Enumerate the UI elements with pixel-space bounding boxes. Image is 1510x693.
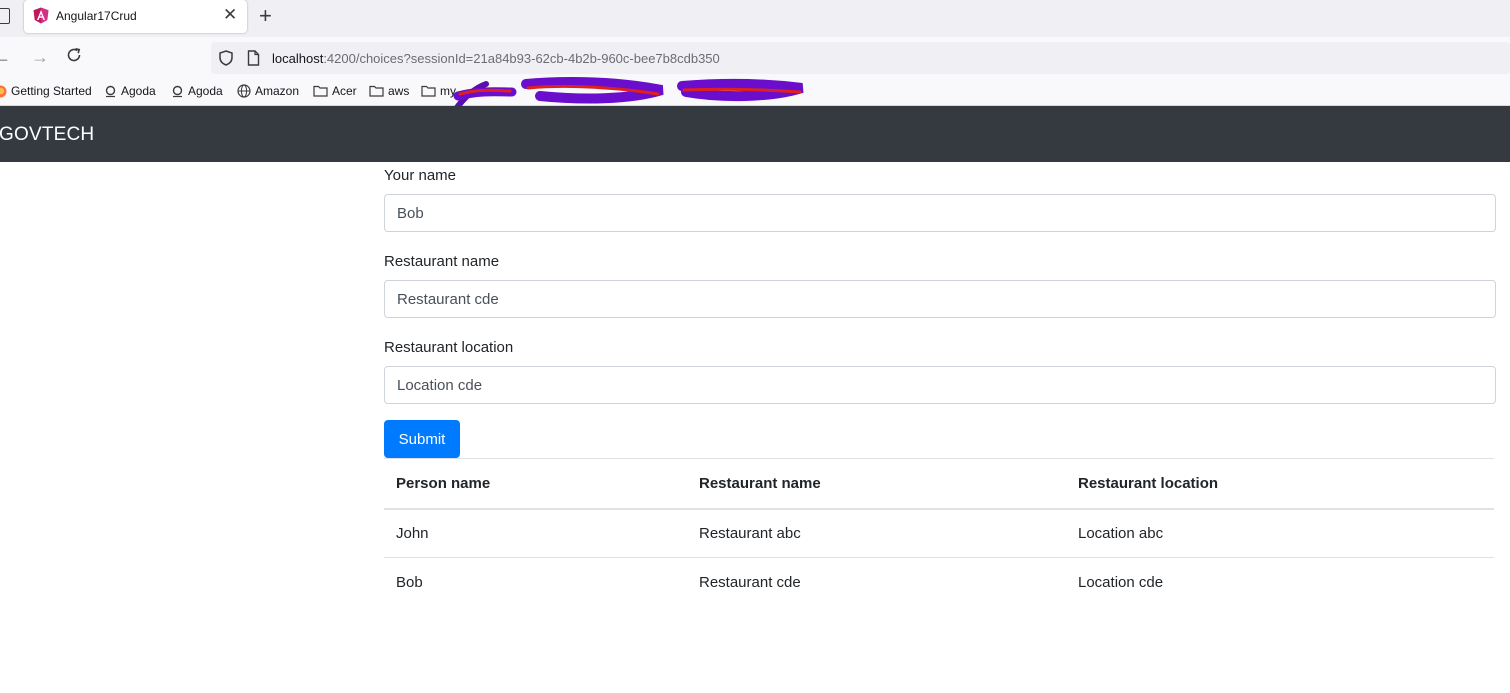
folder-icon bbox=[369, 85, 384, 97]
bookmark-agoda-1[interactable]: Agoda bbox=[104, 84, 156, 98]
url-path: :4200/choices?sessionId=21a84b93-62cb-4b… bbox=[323, 51, 720, 66]
folder-icon bbox=[313, 85, 328, 97]
bookmark-label: Getting Started bbox=[11, 84, 92, 98]
column-header-person-name: Person name bbox=[384, 458, 687, 510]
your-name-label: Your name bbox=[384, 167, 456, 184]
agoda-icon bbox=[105, 85, 116, 97]
bookmark-label: Agoda bbox=[121, 84, 156, 98]
submit-button[interactable]: Submit bbox=[384, 420, 460, 458]
cell-restaurant-location: Location cde bbox=[1066, 557, 1494, 607]
cell-restaurant-location: Location abc bbox=[1078, 524, 1164, 542]
bookmark-label: Agoda bbox=[188, 84, 223, 98]
angular-icon bbox=[33, 7, 49, 29]
table-row: Bob Restaurant cde Location cde bbox=[384, 557, 1494, 607]
browser-tab-bar: Angular17Crud ✕ + bbox=[0, 0, 1510, 37]
choices-table: Person name Restaurant name Restaurant l… bbox=[384, 458, 1494, 607]
bookmark-folder-my[interactable]: my bbox=[421, 84, 456, 98]
cell-person-name: John bbox=[396, 524, 429, 542]
plus-icon[interactable]: + bbox=[259, 3, 272, 29]
reload-icon[interactable] bbox=[66, 47, 82, 67]
browser-tab[interactable]: Angular17Crud ✕ bbox=[24, 0, 247, 33]
bookmark-agoda-2[interactable]: Agoda bbox=[171, 84, 223, 98]
browser-nav-bar: ← → localhost:4200/choices?sessionId=21a… bbox=[0, 37, 1510, 77]
column-header-restaurant-location: Restaurant location bbox=[1066, 458, 1494, 510]
restaurant-location-input[interactable] bbox=[384, 366, 1496, 404]
url-bar[interactable]: localhost:4200/choices?sessionId=21a84b9… bbox=[211, 42, 1510, 74]
table-header-row: Person name Restaurant name Restaurant l… bbox=[384, 458, 1494, 510]
your-name-input[interactable] bbox=[384, 194, 1496, 232]
url-host: localhost bbox=[272, 51, 324, 66]
bookmarks-toolbar: Getting Started Agoda Agoda Amazon Acer bbox=[0, 77, 1510, 106]
bookmark-label: Acer bbox=[332, 84, 357, 98]
close-icon[interactable]: ✕ bbox=[223, 5, 237, 25]
agoda-icon bbox=[172, 85, 183, 97]
restaurant-name-label: Restaurant name bbox=[384, 253, 500, 270]
sidebar-toggle-icon[interactable] bbox=[0, 8, 10, 24]
firefox-icon bbox=[0, 85, 7, 97]
restaurant-name-input[interactable] bbox=[384, 280, 1496, 318]
column-header-restaurant-name: Restaurant name bbox=[687, 458, 1066, 510]
page-icon[interactable] bbox=[247, 50, 260, 71]
cell-restaurant-name: Restaurant cde bbox=[687, 557, 1066, 607]
restaurant-location-label: Restaurant location bbox=[384, 339, 514, 356]
table-row: John Restaurant abc Location abc bbox=[384, 509, 1494, 558]
bookmark-amazon[interactable]: Amazon bbox=[237, 84, 299, 98]
cell-restaurant-name: Restaurant abc bbox=[699, 524, 801, 542]
forward-arrow-icon[interactable]: → bbox=[31, 47, 49, 67]
bookmark-label: Amazon bbox=[255, 84, 300, 98]
tab-title: Angular17Crud bbox=[56, 9, 137, 23]
bookmark-folder-aws[interactable]: aws bbox=[369, 84, 409, 98]
bookmark-label: aws bbox=[388, 84, 410, 98]
back-arrow-icon[interactable]: ← bbox=[0, 47, 11, 67]
globe-icon bbox=[237, 84, 251, 98]
folder-icon bbox=[421, 85, 436, 97]
brand-logo-text[interactable]: GOVTECH bbox=[0, 124, 94, 146]
shield-icon[interactable] bbox=[219, 50, 233, 71]
url-text[interactable]: localhost:4200/choices?sessionId=21a84b9… bbox=[272, 51, 720, 66]
app-navbar: GOVTECH bbox=[0, 106, 1510, 162]
bookmark-folder-acer[interactable]: Acer bbox=[313, 84, 357, 98]
cell-person-name: Bob bbox=[384, 557, 687, 607]
bookmark-label: my bbox=[440, 84, 456, 98]
bookmark-getting-started[interactable]: Getting Started bbox=[0, 84, 92, 98]
